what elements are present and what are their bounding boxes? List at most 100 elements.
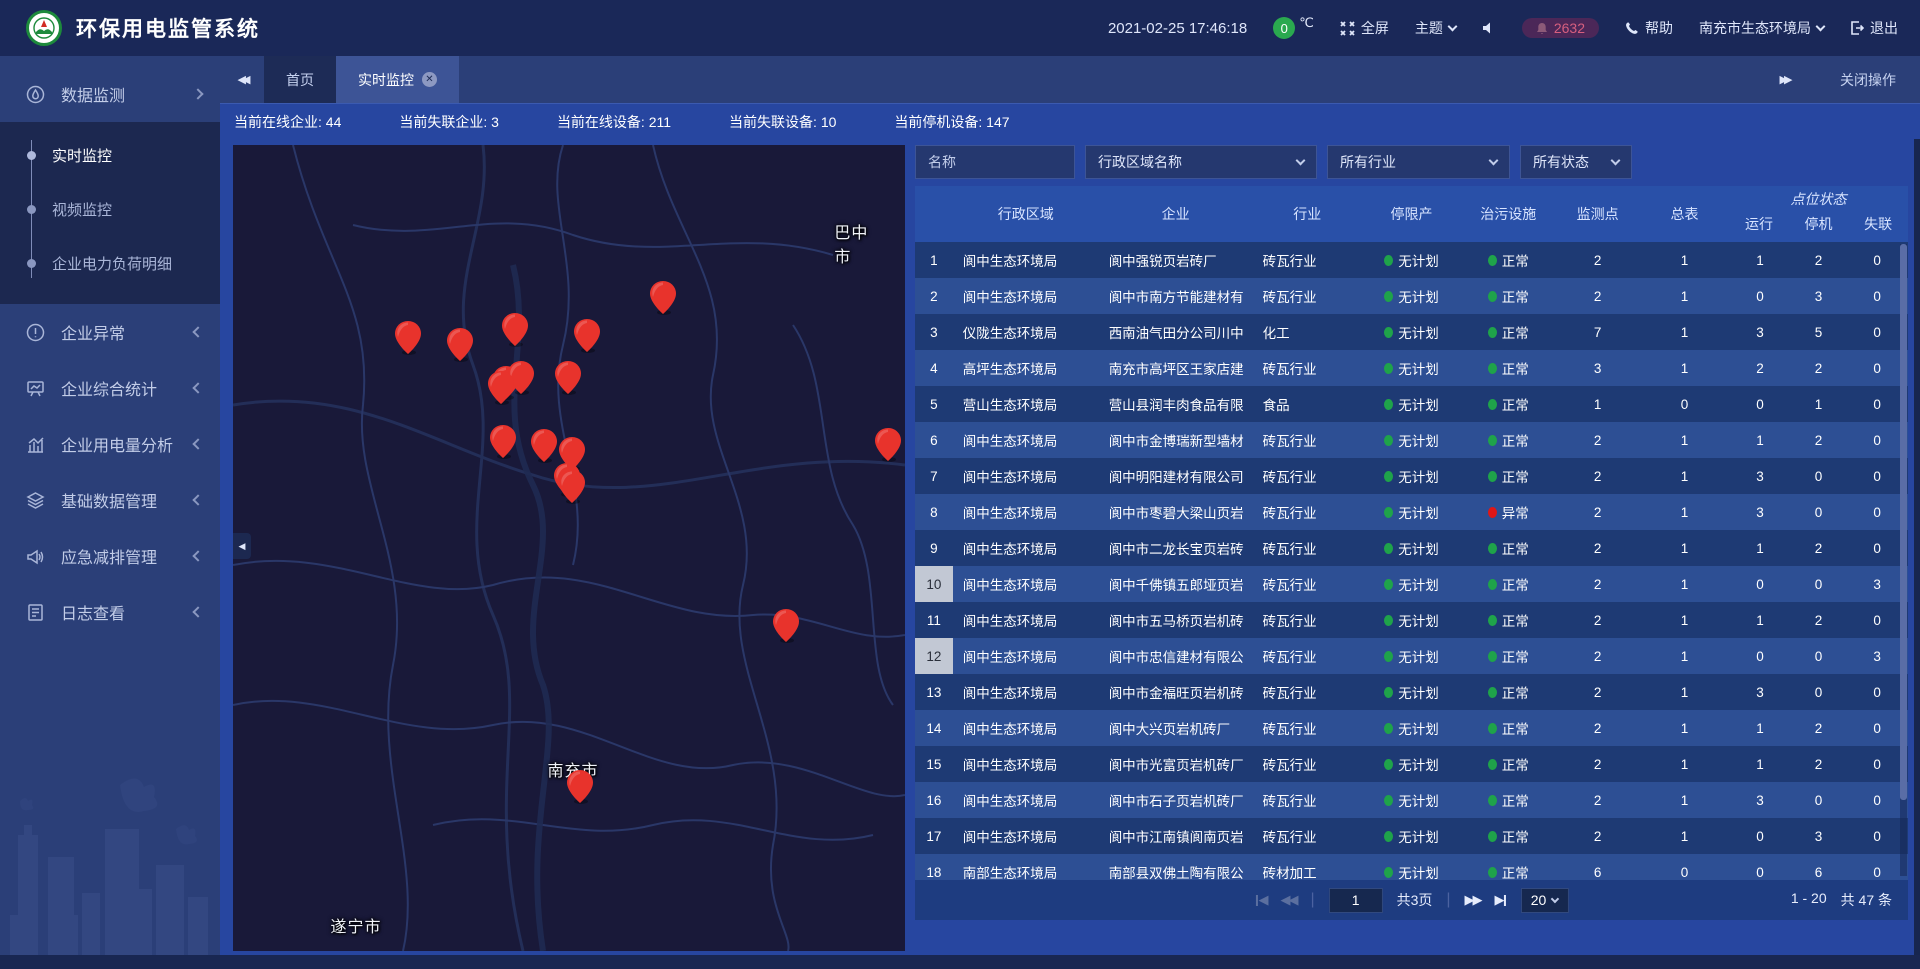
- industry-filter-select[interactable]: 所有行业: [1327, 145, 1510, 179]
- sidebar-subitem-0-1[interactable]: 视频监控: [0, 182, 220, 236]
- region-filter-select[interactable]: 行政区域名称: [1085, 145, 1317, 179]
- cell-stop-status: 无计划: [1362, 718, 1461, 738]
- table-row[interactable]: 8阆中生态环境局阆中市枣碧大梁山页岩砖瓦行业无计划异常21300: [915, 494, 1908, 530]
- map-pin-icon[interactable]: [395, 321, 421, 355]
- table-row[interactable]: 16阆中生态环境局阆中市石子页岩机砖厂砖瓦行业无计划正常21300: [915, 782, 1908, 818]
- cell-halted: 5: [1791, 325, 1847, 340]
- map-panel[interactable]: 巴中市南充市遂宁市 ◀: [233, 145, 905, 951]
- name-filter[interactable]: [915, 145, 1075, 179]
- cell-total-meter: 1: [1640, 361, 1729, 376]
- table-scrollbar[interactable]: [1900, 244, 1907, 876]
- cell-stop-status: 无计划: [1362, 322, 1461, 342]
- cell-region: 阆中生态环境局: [953, 286, 1099, 306]
- org-menu[interactable]: 南充市生态环境局: [1699, 18, 1824, 38]
- table-row[interactable]: 7阆中生态环境局阆中明阳建材有限公司砖瓦行业无计划正常21300: [915, 458, 1908, 494]
- map-pin-icon[interactable]: [490, 425, 516, 459]
- status-dot-icon: [1488, 435, 1497, 446]
- app-title: 环保用电监管系统: [76, 13, 260, 43]
- table-row[interactable]: 15阆中生态环境局阆中市光富页岩机砖厂砖瓦行业无计划正常21120: [915, 746, 1908, 782]
- next-page-icon[interactable]: ▶▶: [1465, 892, 1481, 908]
- logout-icon: [1850, 21, 1864, 35]
- sidebar-item-5[interactable]: 应急减排管理: [0, 528, 220, 584]
- table-row[interactable]: 1阆中生态环境局阆中强锐页岩砖厂砖瓦行业无计划正常21120: [915, 242, 1908, 278]
- map-pin-icon[interactable]: [531, 429, 557, 463]
- map-pin-icon[interactable]: [488, 371, 514, 405]
- map-pin-icon[interactable]: [773, 609, 799, 643]
- sidebar-item-3[interactable]: 企业用电量分析: [0, 416, 220, 472]
- cell-lost: 0: [1846, 757, 1908, 772]
- sidebar-subitem-label: 实时监控: [52, 145, 112, 166]
- status-dot-icon: [1384, 327, 1393, 338]
- status-dot-icon: [1384, 723, 1393, 734]
- table-row[interactable]: 10阆中生态环境局阆中千佛镇五郎垭页岩砖瓦行业无计划正常21003: [915, 566, 1908, 602]
- sidebar-item-1[interactable]: 企业异常: [0, 304, 220, 360]
- status-filter-select[interactable]: 所有状态: [1520, 145, 1632, 179]
- cell-facility-status: 正常: [1461, 322, 1555, 342]
- sidebar-item-6[interactable]: 日志查看: [0, 584, 220, 640]
- sidebar-item-2[interactable]: 企业综合统计: [0, 360, 220, 416]
- status-dot-icon: [1384, 255, 1393, 266]
- map-pin-icon[interactable]: [875, 428, 901, 462]
- tab-0[interactable]: 首页: [264, 56, 336, 103]
- tabs-scroll-left-icon[interactable]: ◀◀: [220, 73, 264, 86]
- tab-close-icon[interactable]: ✕: [422, 72, 437, 87]
- map-pin-icon[interactable]: [555, 361, 581, 395]
- sidebar-item-4[interactable]: 基础数据管理: [0, 472, 220, 528]
- status-dot-icon: [1384, 795, 1393, 806]
- cell-halted: 1: [1791, 397, 1847, 412]
- fullscreen-button[interactable]: 全屏: [1340, 18, 1389, 38]
- table-row[interactable]: 5营山生态环境局营山县润丰肉食品有限食品无计划正常10010: [915, 386, 1908, 422]
- table-row[interactable]: 18南部生态环境局南部县双佛土陶有限公砖材加工无计划正常60060: [915, 854, 1908, 880]
- cell-running: 0: [1729, 829, 1791, 844]
- map-pin-icon[interactable]: [650, 281, 676, 315]
- cell-stop-status: 无计划: [1362, 466, 1461, 486]
- table-row[interactable]: 11阆中生态环境局阆中市五马桥页岩机砖砖瓦行业无计划正常21120: [915, 602, 1908, 638]
- sidebar-subitem-0-2[interactable]: 企业电力负荷明细: [0, 236, 220, 290]
- map-pin-icon[interactable]: [559, 470, 585, 504]
- map-pin-icon[interactable]: [502, 313, 528, 347]
- cell-industry: 砖瓦行业: [1253, 430, 1362, 450]
- row-index: 3: [915, 314, 953, 350]
- cell-running: 1: [1729, 757, 1791, 772]
- page-number-input[interactable]: 1: [1329, 888, 1383, 913]
- sidebar-item-label: 企业用电量分析: [61, 432, 173, 456]
- sidebar-subitem-0-0[interactable]: 实时监控: [0, 128, 220, 182]
- close-operations-button[interactable]: 关闭操作: [1840, 70, 1896, 90]
- table-row[interactable]: 2阆中生态环境局阆中市南方节能建材有砖瓦行业无计划正常21030: [915, 278, 1908, 314]
- theme-menu[interactable]: 主题: [1415, 18, 1456, 38]
- sound-button[interactable]: [1482, 21, 1496, 35]
- cell-stop-status: 无计划: [1362, 826, 1461, 846]
- cell-industry: 砖瓦行业: [1253, 358, 1362, 378]
- map-collapse-toggle[interactable]: ◀: [233, 533, 251, 559]
- tab-1[interactable]: 实时监控✕: [336, 56, 459, 103]
- table-row[interactable]: 6阆中生态环境局阆中市金博瑞新型墙材砖瓦行业无计划正常21120: [915, 422, 1908, 458]
- map-pin-icon[interactable]: [567, 770, 593, 804]
- column-header-1: 行政区域: [953, 186, 1099, 242]
- table-row[interactable]: 4高坪生态环境局南充市高坪区王家店建砖瓦行业无计划正常31220: [915, 350, 1908, 386]
- logout-button[interactable]: 退出: [1850, 18, 1898, 38]
- map-pin-icon[interactable]: [574, 319, 600, 353]
- last-page-icon[interactable]: ▶: [1495, 892, 1507, 908]
- map-pin-icon[interactable]: [447, 328, 473, 362]
- table-row[interactable]: 12阆中生态环境局阆中市忠信建材有限公砖瓦行业无计划正常21003: [915, 638, 1908, 674]
- phone-icon: [1625, 21, 1639, 35]
- total-pages-label: 共3页: [1397, 890, 1433, 910]
- table-row[interactable]: 14阆中生态环境局阆中大兴页岩机砖厂砖瓦行业无计划正常21120: [915, 710, 1908, 746]
- bullet-dot-icon: [27, 205, 36, 214]
- first-page-icon[interactable]: ◀: [1254, 892, 1266, 908]
- help-button[interactable]: 帮助: [1625, 18, 1673, 38]
- name-filter-input[interactable]: [928, 154, 1062, 170]
- table-row[interactable]: 3仪陇生态环境局西南油气田分公司川中化工无计划正常71350: [915, 314, 1908, 350]
- layers-icon: [26, 491, 45, 510]
- notification-badge[interactable]: 2632: [1522, 18, 1599, 38]
- cell-lost: 0: [1846, 721, 1908, 736]
- table-row[interactable]: 9阆中生态环境局阆中市二龙长宝页岩砖砖瓦行业无计划正常21120: [915, 530, 1908, 566]
- scrollbar-thumb[interactable]: [1900, 244, 1907, 800]
- table-row[interactable]: 13阆中生态环境局阆中市金福旺页岩机砖砖瓦行业无计划正常21300: [915, 674, 1908, 710]
- table-row[interactable]: 17阆中生态环境局阆中市江南镇阆南页岩砖瓦行业无计划正常21030: [915, 818, 1908, 854]
- sidebar-item-0[interactable]: 数据监测: [0, 66, 220, 122]
- page-size-select[interactable]: 20: [1521, 888, 1569, 913]
- tabs-scroll-right-icon[interactable]: ▶▶: [1762, 73, 1806, 86]
- prev-page-icon[interactable]: ◀◀: [1280, 892, 1296, 908]
- cell-industry: 砖瓦行业: [1253, 574, 1362, 594]
